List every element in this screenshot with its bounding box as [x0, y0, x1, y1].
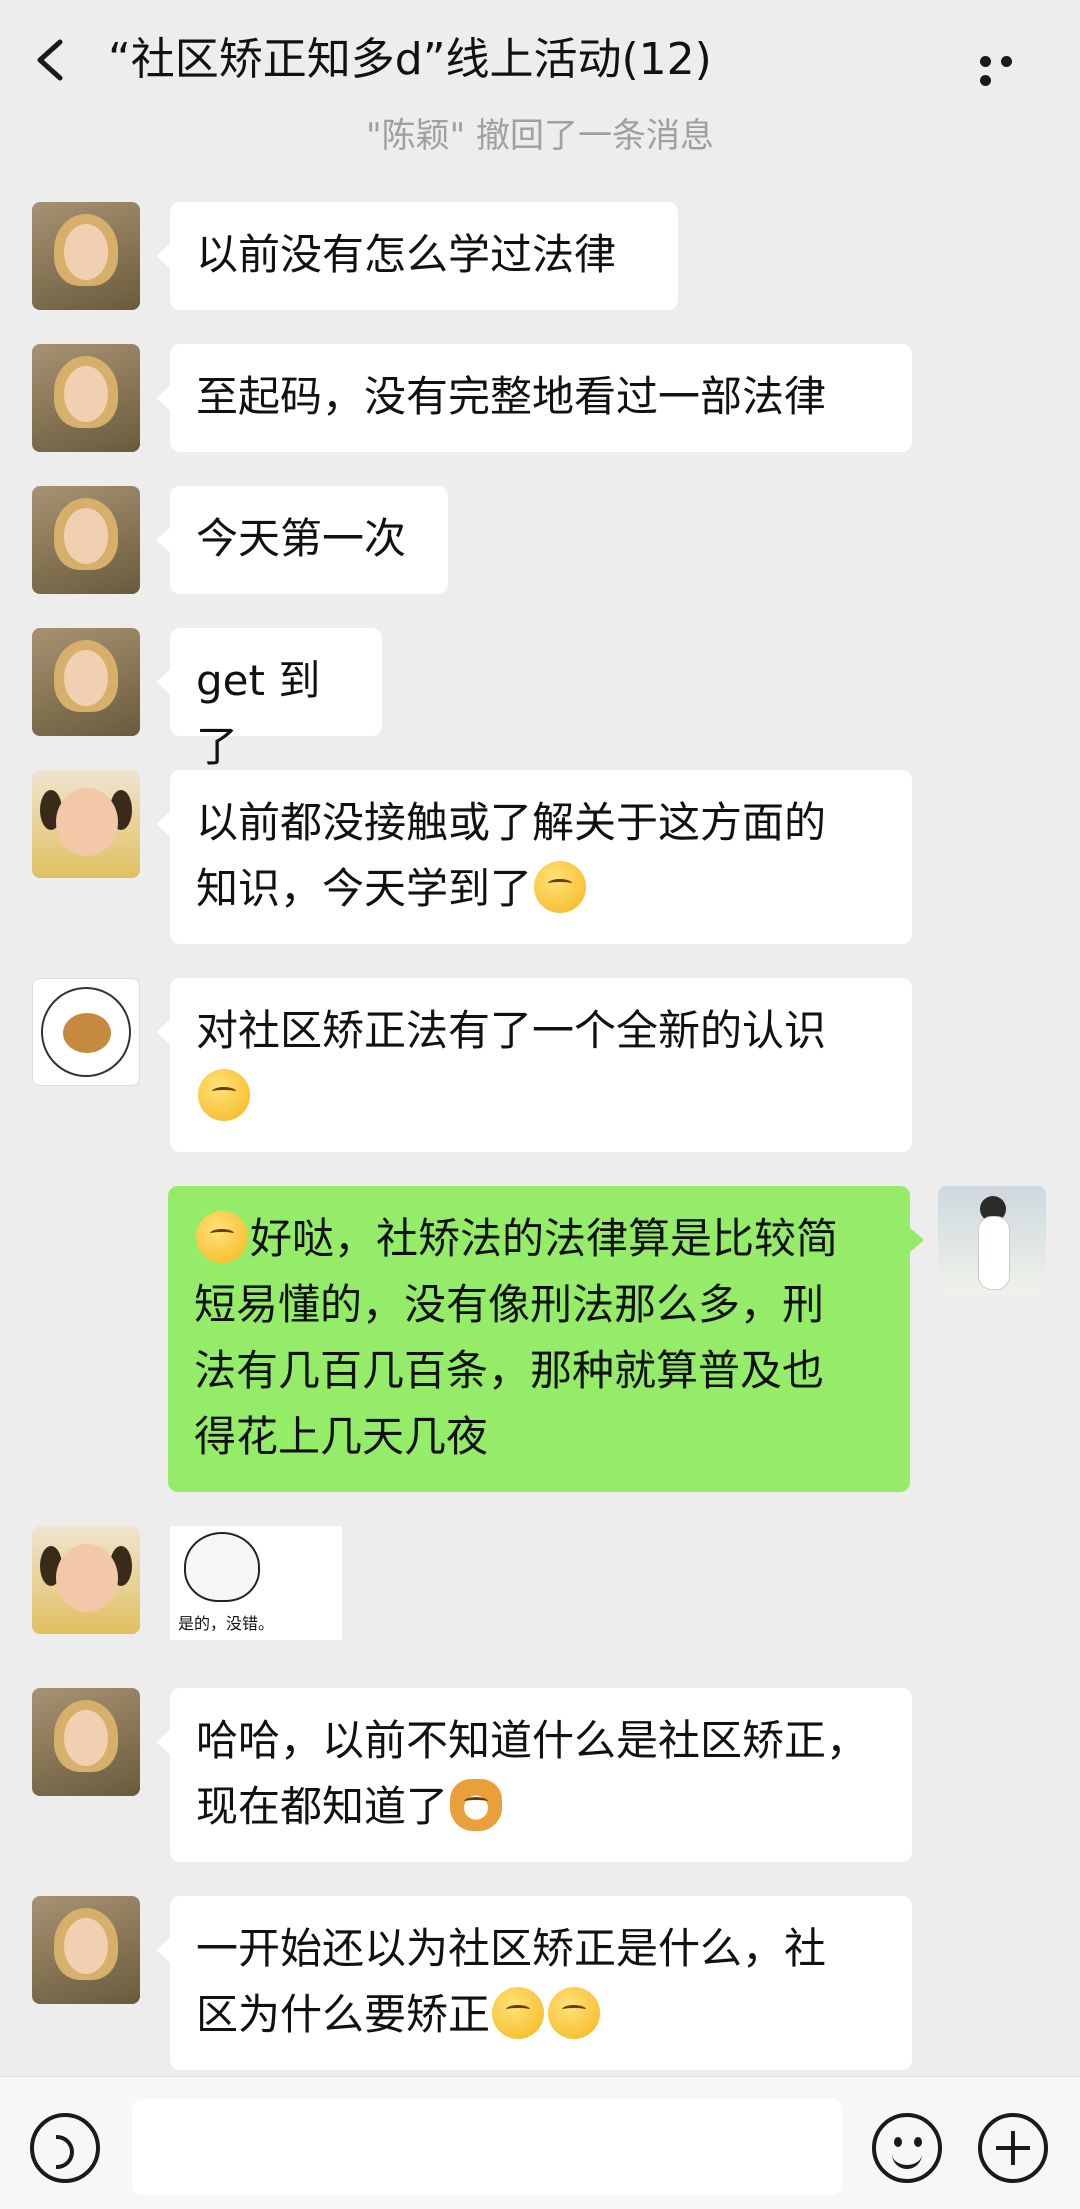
message-bubble[interactable]: 一开始还以为社区矫正是什么，社 区为什么要矫正 — [156, 1896, 912, 2070]
baby-avatar[interactable] — [32, 770, 140, 878]
voice-icon[interactable] — [30, 2113, 100, 2183]
girl-avatar[interactable] — [938, 1186, 1046, 1294]
bear-avatar[interactable] — [32, 978, 140, 1086]
smirk-emoji-icon — [534, 861, 587, 913]
message-bubble[interactable]: 好哒，社矫法的法律算是比较简 短易懂的，没有像刑法那么多，刑 法有几百几百条，那… — [168, 1186, 924, 1492]
message-text: 以前都没接触或了解关于这方面的 知识，今天学到了 — [196, 798, 827, 913]
message-bubble[interactable]: 哈哈，以前不知道什么是社区矫正， 现在都知道了 — [156, 1688, 912, 1862]
message-bubble[interactable]: 对社区矫正法有了一个全新的认识 — [156, 978, 912, 1152]
sticker-message[interactable]: 是的，没错。 — [170, 1526, 342, 1640]
woman-avatar[interactable] — [32, 344, 140, 452]
grin-emoji-icon — [196, 1211, 248, 1263]
sticker-caption: 是的，没错。 — [178, 1614, 275, 1633]
woman-avatar[interactable] — [32, 1688, 140, 1796]
message-text: 至起码，没有完整地看过一部法律 — [196, 372, 827, 421]
baby-avatar[interactable] — [32, 1526, 140, 1634]
system-message: "陈颖" 撤回了一条消息 — [365, 116, 715, 156]
woman-avatar[interactable] — [32, 202, 140, 310]
chat-title: “社区矫正知多d”线上活动(12) — [108, 34, 712, 85]
laugh-cry-emoji-icon — [492, 1987, 545, 2039]
message-text: 对社区矫正法有了一个全新的认识 — [196, 1006, 827, 1055]
message-text: 以前没有怎么学过法律 — [196, 230, 617, 279]
tear-emoji-icon — [548, 1987, 601, 2039]
woman-avatar[interactable] — [32, 628, 140, 736]
meme-face-icon — [184, 1532, 260, 1602]
message-text: 好哒，社矫法的法律算是比较简 短易懂的，没有像刑法那么多，刑 法有几百几百条，那… — [194, 1214, 839, 1461]
woman-avatar[interactable] — [32, 486, 140, 594]
input-toolbar — [0, 2076, 1080, 2209]
emoji-icon[interactable] — [872, 2113, 942, 2183]
woman-avatar[interactable] — [32, 1896, 140, 2004]
message-text: 哈哈，以前不知道什么是社区矫正， 现在都知道了 — [196, 1716, 869, 1831]
doge-emoji-icon — [450, 1779, 503, 1831]
message-bubble[interactable]: 以前都没接触或了解关于这方面的 知识，今天学到了 — [156, 770, 912, 944]
chat-header: “社区矫正知多d”线上活动(12) — [0, 0, 1080, 120]
message-bubble[interactable]: 今天第一次 — [156, 486, 448, 594]
message-input[interactable] — [132, 2099, 842, 2195]
message-text: get 到了 — [196, 656, 321, 771]
message-bubble[interactable]: 至起码，没有完整地看过一部法律 — [156, 344, 912, 452]
smirk-emoji-icon — [198, 1069, 250, 1121]
message-text: 今天第一次 — [196, 514, 407, 563]
plus-icon[interactable] — [978, 2113, 1048, 2183]
message-bubble[interactable]: 以前没有怎么学过法律 — [156, 202, 678, 310]
message-bubble[interactable]: get 到了 — [156, 628, 382, 771]
more-dots-icon[interactable] — [980, 52, 1040, 86]
chevron-left-icon[interactable] — [32, 38, 72, 82]
